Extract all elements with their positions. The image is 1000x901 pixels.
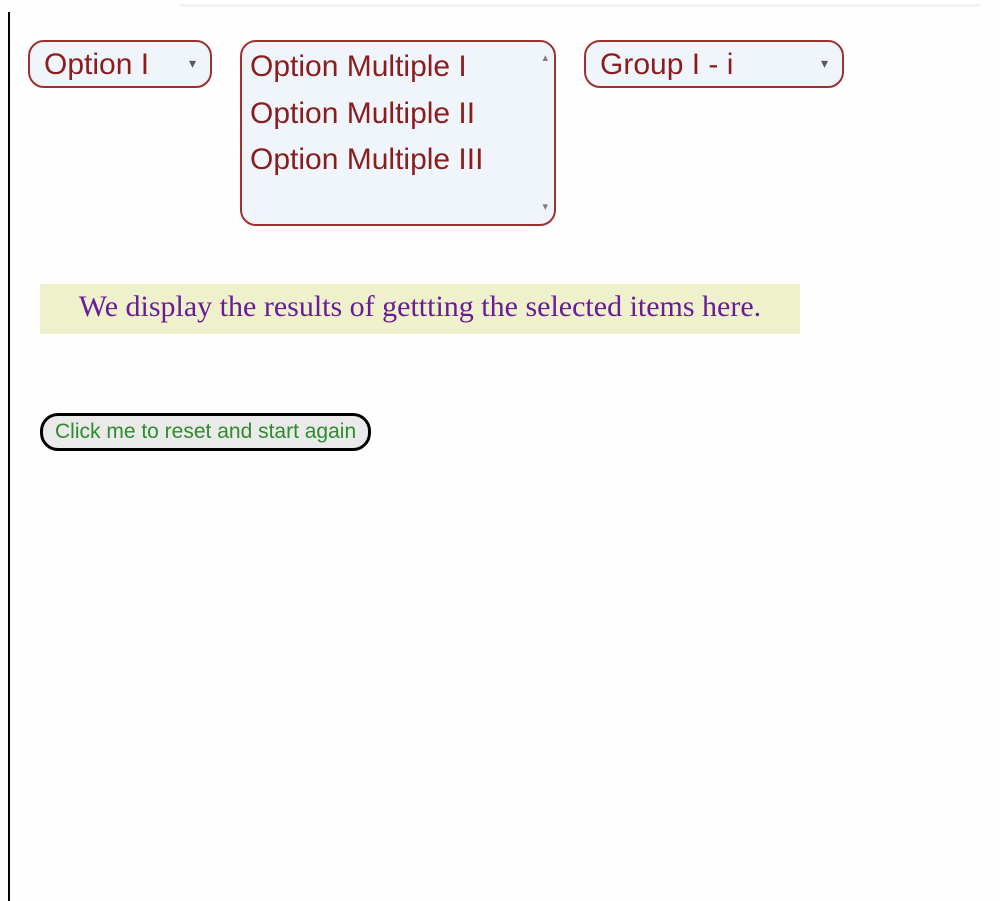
list-item[interactable]: Option Multiple II bbox=[250, 91, 532, 138]
scroll-down-icon[interactable]: ▾ bbox=[542, 199, 548, 216]
group-option-selected-label: Group I - i bbox=[600, 48, 733, 81]
single-option-select[interactable]: Option I ▾ bbox=[28, 40, 212, 88]
chevron-down-icon: ▾ bbox=[189, 56, 196, 71]
results-text: We display the results of gettting the s… bbox=[79, 290, 761, 323]
single-option-selected-label: Option I bbox=[44, 48, 149, 81]
chevron-down-icon: ▾ bbox=[821, 56, 828, 71]
reset-button-label: Click me to reset and start again bbox=[55, 420, 356, 443]
multi-option-listbox[interactable]: ▴ Option Multiple I Option Multiple II O… bbox=[240, 40, 556, 226]
top-divider bbox=[180, 4, 980, 7]
left-vertical-rule bbox=[8, 12, 10, 901]
results-display-panel: We display the results of gettting the s… bbox=[40, 284, 800, 334]
list-item[interactable]: Option Multiple I bbox=[250, 44, 532, 91]
scroll-up-icon[interactable]: ▴ bbox=[542, 50, 548, 67]
reset-button[interactable]: Click me to reset and start again bbox=[40, 413, 371, 451]
controls-row: Option I ▾ ▴ Option Multiple I Option Mu… bbox=[28, 40, 844, 226]
group-option-select[interactable]: Group I - i ▾ bbox=[584, 40, 844, 88]
list-item[interactable]: Option Multiple III bbox=[250, 137, 532, 184]
